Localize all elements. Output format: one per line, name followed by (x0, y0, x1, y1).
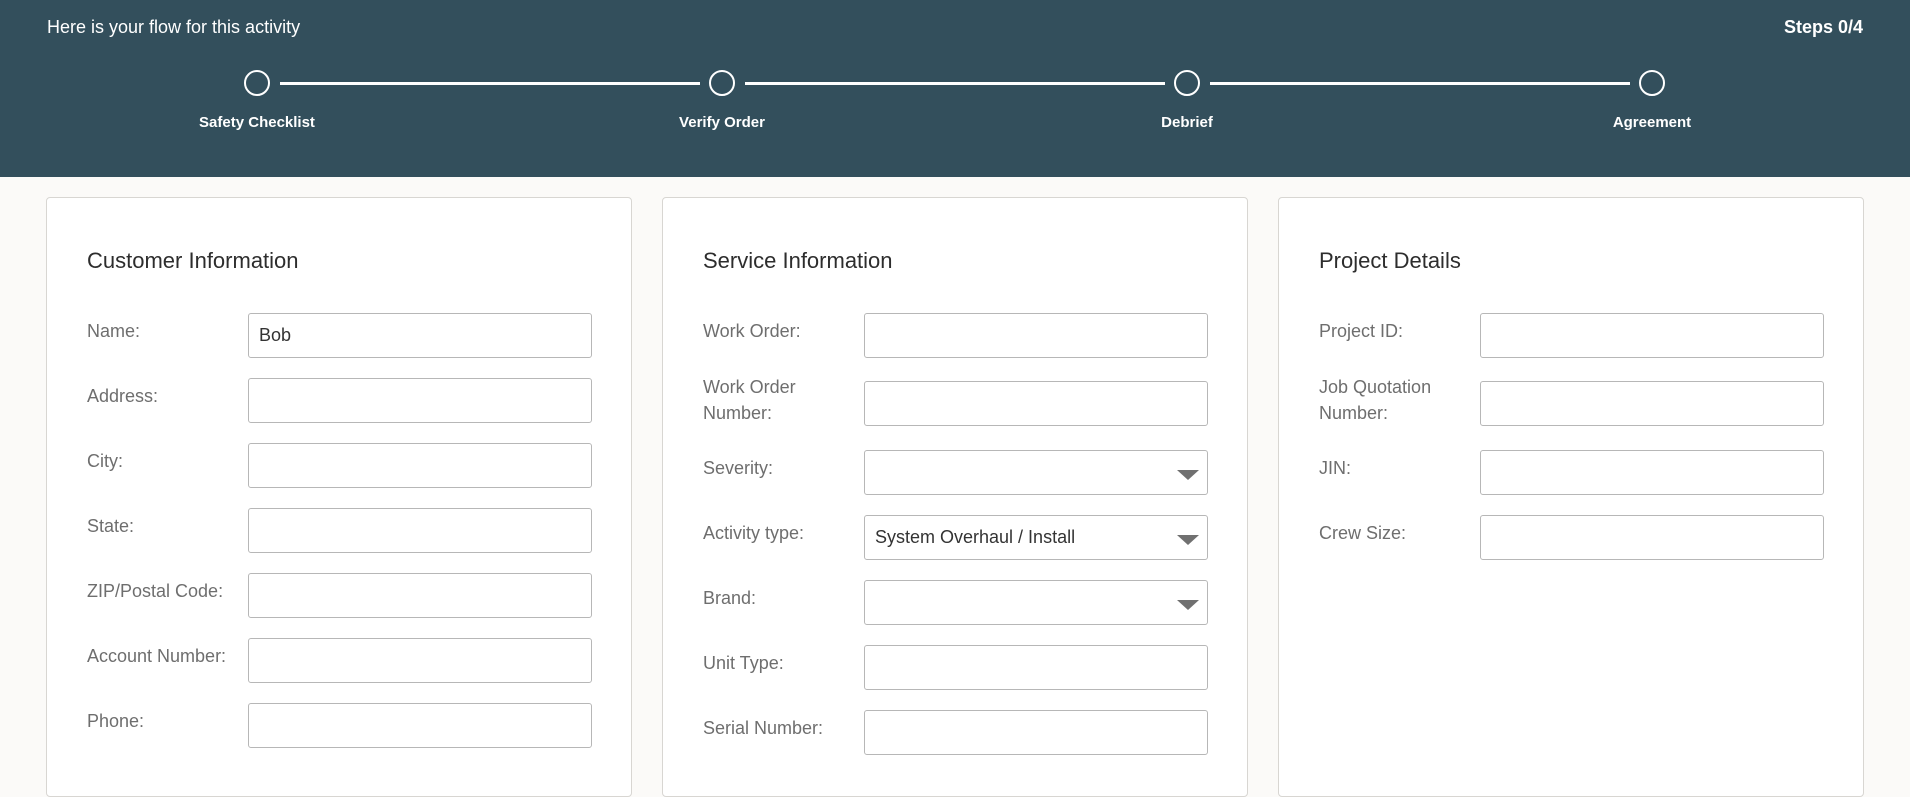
crew-size-input[interactable] (1480, 515, 1824, 560)
step-safety-checklist-label[interactable]: Safety Checklist (147, 114, 367, 131)
step-connector (1210, 82, 1630, 85)
city-input[interactable] (248, 443, 592, 488)
step-connector (280, 82, 700, 85)
steps-counter: Steps 0/4 (1783, 17, 1863, 37)
work-order-number-input[interactable] (864, 381, 1208, 426)
chevron-down-icon (1177, 600, 1199, 610)
activity-type-value: System Overhaul / Install (875, 527, 1076, 547)
severity-label: Severity: (703, 458, 774, 478)
state-label: State: (87, 516, 135, 536)
activity-type-label: Activity type: (703, 523, 805, 543)
name-label: Name: (87, 321, 141, 341)
brand-label: Brand: (703, 588, 757, 608)
step-agreement-marker-icon[interactable] (1639, 70, 1665, 96)
project-details-card: Project Details Project ID: Job Quotatio… (1278, 197, 1864, 797)
state-input[interactable] (248, 508, 592, 553)
project-id-label: Project ID: (1319, 321, 1404, 341)
severity-select[interactable] (864, 450, 1208, 495)
jin-label: JIN: (1319, 458, 1352, 478)
chevron-down-icon (1177, 470, 1199, 480)
phone-label: Phone: (87, 711, 145, 731)
zip-input[interactable] (248, 573, 592, 618)
account-number-label: Account Number: (87, 646, 227, 666)
customer-information-card: Customer Information Name: Address: City… (46, 197, 632, 797)
work-order-input[interactable] (864, 313, 1208, 358)
customer-information-title: Customer Information (87, 248, 299, 273)
project-details-title: Project Details (1319, 248, 1461, 273)
crew-size-label: Crew Size: (1319, 523, 1407, 543)
account-number-input[interactable] (248, 638, 592, 683)
zip-label: ZIP/Postal Code: (87, 581, 224, 601)
step-debrief-marker-icon[interactable] (1174, 70, 1200, 96)
activity-type-select[interactable]: System Overhaul / Install (864, 515, 1208, 560)
unit-type-input[interactable] (864, 645, 1208, 690)
jin-input[interactable] (1480, 450, 1824, 495)
project-id-input[interactable] (1480, 313, 1824, 358)
job-quotation-number-input[interactable] (1480, 381, 1824, 426)
name-input[interactable] (248, 313, 592, 358)
flow-header: Here is your flow for this activity Step… (0, 0, 1910, 177)
address-input[interactable] (248, 378, 592, 423)
serial-number-label: Serial Number: (703, 718, 824, 738)
work-order-label: Work Order: (703, 321, 801, 341)
serial-number-input[interactable] (864, 710, 1208, 755)
phone-input[interactable] (248, 703, 592, 748)
step-verify-order-marker-icon[interactable] (709, 70, 735, 96)
step-debrief-label[interactable]: Debrief (1077, 114, 1297, 131)
brand-select[interactable] (864, 580, 1208, 625)
city-label: City: (87, 451, 123, 471)
service-information-title: Service Information (703, 248, 893, 273)
step-agreement-label[interactable]: Agreement (1542, 114, 1762, 131)
address-label: Address: (87, 386, 159, 406)
step-safety-checklist-marker-icon[interactable] (244, 70, 270, 96)
step-verify-order-label[interactable]: Verify Order (612, 114, 832, 131)
service-information-card: Service Information Work Order: Work Ord… (662, 197, 1248, 797)
work-order-number-label: Work Order Number: (703, 377, 796, 423)
chevron-down-icon (1177, 535, 1199, 545)
flow-title: Here is your flow for this activity (47, 17, 301, 37)
step-connector (745, 82, 1165, 85)
job-quotation-number-label: Job Quotation Number: (1319, 377, 1432, 423)
unit-type-label: Unit Type: (703, 653, 784, 673)
